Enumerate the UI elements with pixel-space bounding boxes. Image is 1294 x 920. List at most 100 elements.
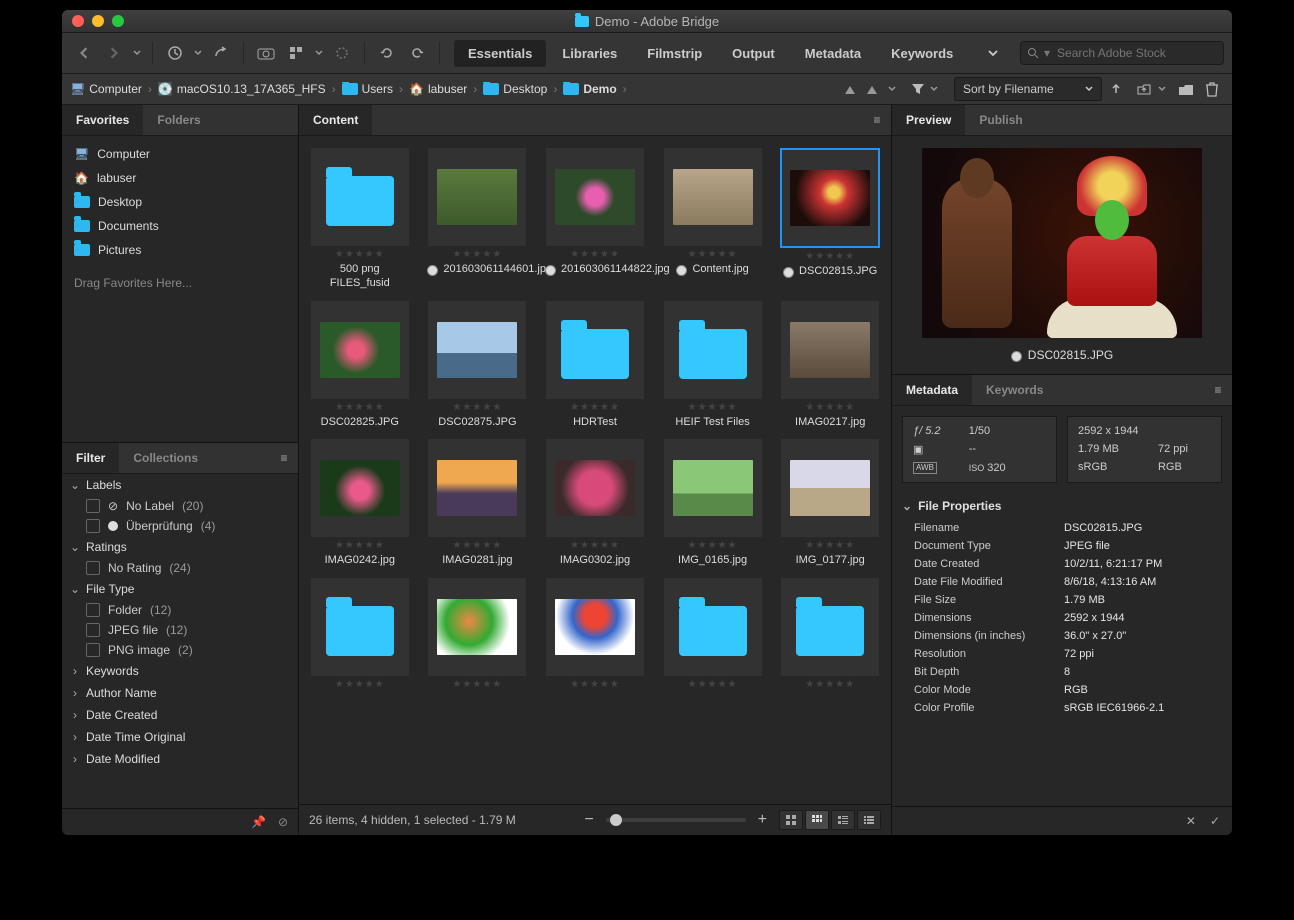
cancel-metadata-icon[interactable]: ✕: [1186, 814, 1196, 828]
recent-dropdown[interactable]: [191, 39, 205, 67]
workspace-more-button[interactable]: [979, 39, 1007, 67]
new-folder-button[interactable]: [1178, 81, 1194, 97]
nav-forward-button[interactable]: [100, 39, 128, 67]
boomerang-button[interactable]: [207, 39, 235, 67]
rotate-cw-button[interactable]: [403, 39, 431, 67]
filter-group-date-time-original[interactable]: ›Date Time Original: [62, 726, 298, 748]
content-panel-menu-icon[interactable]: ≡: [863, 105, 891, 135]
get-photos-button[interactable]: [252, 39, 280, 67]
thumbnail-item[interactable]: ★★★★★: [658, 578, 768, 690]
breadcrumb-computer[interactable]: 🖥Computer: [70, 82, 142, 96]
favorite-pictures[interactable]: Pictures: [62, 238, 298, 262]
filter-group-date-modified[interactable]: ›Date Modified: [62, 748, 298, 770]
workspace-libraries[interactable]: Libraries: [548, 40, 631, 67]
thumbnail-item[interactable]: ★★★★★IMG_0177.jpg: [775, 439, 885, 568]
filter-group-ratings[interactable]: ⌄Ratings: [62, 536, 298, 558]
sort-ascending-button[interactable]: [1108, 81, 1124, 97]
content-area[interactable]: ★★★★★500 png FILES_fusid★★★★★20160306114…: [299, 136, 891, 804]
zoom-out-button[interactable]: −: [584, 811, 593, 829]
search-box[interactable]: ▾: [1020, 41, 1224, 65]
tab-preview[interactable]: Preview: [892, 105, 965, 135]
filter-item[interactable]: ⊘No Label (20): [62, 496, 298, 516]
thumbnail-item[interactable]: ★★★★★: [423, 578, 533, 690]
thumbnail-item[interactable]: ★★★★★: [305, 578, 415, 690]
nav-dropdown[interactable]: [130, 39, 144, 67]
thumbnail-item[interactable]: ★★★★★500 png FILES_fusid: [305, 148, 415, 291]
thumb-quality-2-icon[interactable]: [864, 81, 880, 97]
favorite-computer[interactable]: 🖥Computer: [62, 142, 298, 166]
filter-item[interactable]: Überprüfung (4): [62, 516, 298, 536]
tab-keywords[interactable]: Keywords: [972, 375, 1057, 405]
zoom-in-button[interactable]: +: [758, 811, 767, 829]
workspace-filmstrip[interactable]: Filmstrip: [633, 40, 716, 67]
view-details-button[interactable]: [831, 810, 855, 830]
open-recent-dropdown[interactable]: [1154, 81, 1170, 97]
sort-dropdown[interactable]: Sort by Filename: [954, 77, 1102, 101]
tab-favorites[interactable]: Favorites: [62, 105, 143, 135]
pin-icon[interactable]: 📌: [251, 815, 266, 829]
filter-panel-menu-icon[interactable]: ≡: [270, 443, 298, 473]
workspace-metadata[interactable]: Metadata: [791, 40, 875, 67]
breadcrumb-labuser[interactable]: 🏠labuser: [409, 82, 467, 96]
filter-group-labels[interactable]: ⌄Labels: [62, 474, 298, 496]
tab-content[interactable]: Content: [299, 105, 372, 135]
open-recent-button[interactable]: [1136, 81, 1152, 97]
thumbnail-item[interactable]: ★★★★★HEIF Test Files: [658, 301, 768, 430]
view-list-button[interactable]: [857, 810, 881, 830]
filter-group-keywords[interactable]: ›Keywords: [62, 660, 298, 682]
view-grid-lock-button[interactable]: [779, 810, 803, 830]
thumbnail-item[interactable]: ★★★★★201603061144601.jpg: [423, 148, 533, 291]
refine-button[interactable]: [282, 39, 310, 67]
tab-filter[interactable]: Filter: [62, 443, 119, 473]
file-properties-header[interactable]: ⌄ File Properties: [892, 493, 1232, 519]
metadata-panel-menu-icon[interactable]: ≡: [1204, 375, 1232, 405]
tab-publish[interactable]: Publish: [965, 105, 1036, 135]
filter-item[interactable]: Folder (12): [62, 600, 298, 620]
thumbnail-item[interactable]: ★★★★★IMAG0281.jpg: [423, 439, 533, 568]
tab-collections[interactable]: Collections: [119, 443, 212, 473]
thumb-quality-1-icon[interactable]: [842, 81, 858, 97]
filter-item[interactable]: No Rating (24): [62, 558, 298, 578]
tab-folders[interactable]: Folders: [143, 105, 214, 135]
favorite-desktop[interactable]: Desktop: [62, 190, 298, 214]
apply-metadata-icon[interactable]: ✓: [1210, 814, 1220, 828]
breadcrumb-desktop[interactable]: Desktop: [483, 82, 547, 96]
thumbnail-item[interactable]: ★★★★★: [540, 578, 650, 690]
thumbnail-item[interactable]: ★★★★★IMG_0165.jpg: [658, 439, 768, 568]
filter-button[interactable]: [910, 81, 926, 97]
filter-item[interactable]: PNG image (2): [62, 640, 298, 660]
thumbnail-item[interactable]: ★★★★★DSC02875.JPG: [423, 301, 533, 430]
filter-item[interactable]: JPEG file (12): [62, 620, 298, 640]
filter-dropdown[interactable]: [926, 81, 942, 97]
thumbnail-item[interactable]: ★★★★★IMAG0302.jpg: [540, 439, 650, 568]
thumbnail-size-slider[interactable]: [606, 818, 746, 822]
favorite-documents[interactable]: Documents: [62, 214, 298, 238]
thumbnail-item[interactable]: ★★★★★DSC02825.JPG: [305, 301, 415, 430]
workspace-output[interactable]: Output: [718, 40, 789, 67]
breadcrumb-macos10-13-17a365-hfs[interactable]: 💽macOS10.13_17A365_HFS: [158, 82, 326, 96]
open-camera-raw-button[interactable]: [328, 39, 356, 67]
thumb-quality-dropdown[interactable]: [884, 81, 900, 97]
thumbnail-item[interactable]: ★★★★★IMAG0217.jpg: [775, 301, 885, 430]
thumbnail-item[interactable]: ★★★★★: [775, 578, 885, 690]
search-dropdown-icon[interactable]: ▾: [1044, 46, 1050, 60]
favorite-labuser[interactable]: 🏠labuser: [62, 166, 298, 190]
view-thumbnails-button[interactable]: [805, 810, 829, 830]
filter-group-date-created[interactable]: ›Date Created: [62, 704, 298, 726]
delete-button[interactable]: [1204, 81, 1220, 97]
filter-group-author-name[interactable]: ›Author Name: [62, 682, 298, 704]
thumbnail-item[interactable]: ★★★★★HDRTest: [540, 301, 650, 430]
preview-image[interactable]: [922, 148, 1202, 338]
workspace-keywords[interactable]: Keywords: [877, 40, 967, 67]
thumbnail-item[interactable]: ★★★★★IMAG0242.jpg: [305, 439, 415, 568]
recent-button[interactable]: [161, 39, 189, 67]
filter-group-file-type[interactable]: ⌄File Type: [62, 578, 298, 600]
rotate-ccw-button[interactable]: [373, 39, 401, 67]
refine-dropdown[interactable]: [312, 39, 326, 67]
nav-back-button[interactable]: [70, 39, 98, 67]
workspace-essentials[interactable]: Essentials: [454, 40, 546, 67]
tab-metadata[interactable]: Metadata: [892, 375, 972, 405]
breadcrumb-users[interactable]: Users: [342, 82, 393, 96]
thumbnail-item[interactable]: ★★★★★DSC02815.JPG: [775, 148, 885, 291]
thumbnail-item[interactable]: ★★★★★201603061144822.jpg: [540, 148, 650, 291]
